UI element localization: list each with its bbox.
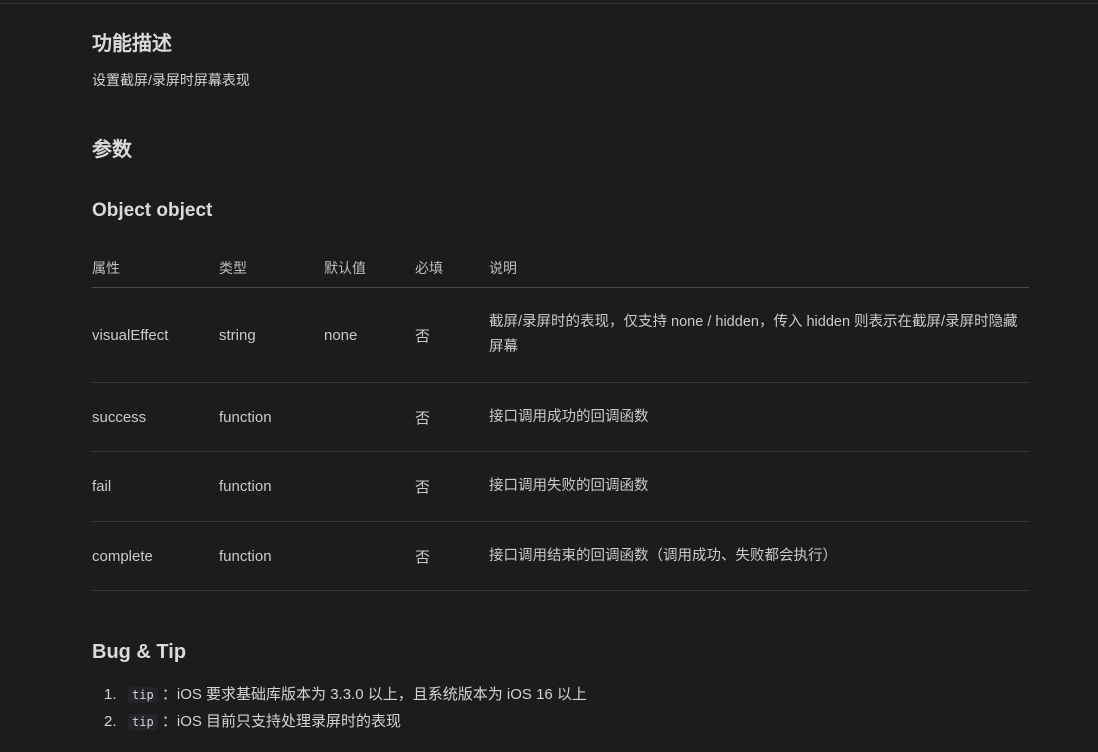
cell-required: 否 — [415, 382, 489, 452]
table-row: visualEffect string none 否 截屏/录屏时的表现，仅支持… — [92, 287, 1029, 383]
cell-note: 截屏/录屏时的表现，仅支持 none / hidden，传入 hidden 则表… — [489, 287, 1029, 383]
table-row: fail function 否 接口调用失败的回调函数 — [92, 451, 1029, 522]
header-required: 必填 — [415, 248, 489, 288]
cell-default — [324, 451, 415, 522]
list-number: 2. — [104, 713, 117, 730]
tip-text: ：iOS 目前只支持处理录屏时的表现 — [161, 713, 402, 730]
bug-tip-heading: Bug & Tip — [92, 641, 187, 663]
table-row: complete function 否 接口调用结束的回调函数（调用成功、失败都… — [92, 521, 1029, 591]
params-table: 属性 类型 默认值 必填 说明 visualEffect string none… — [92, 248, 1029, 591]
table-header-row: 属性 类型 默认值 必填 说明 — [92, 248, 1029, 288]
tip-tag: tip — [128, 687, 158, 703]
cell-type: function — [219, 521, 324, 591]
tips-list: 1. tip ：iOS 要求基础库版本为 3.3.0 以上，且系统版本为 iOS… — [92, 684, 587, 738]
params-heading: 参数 — [92, 139, 132, 161]
list-item: 1. tip ：iOS 要求基础库版本为 3.3.0 以上，且系统版本为 iOS… — [92, 684, 587, 711]
list-item: 2. tip ：iOS 目前只支持处理录屏时的表现 — [92, 711, 587, 738]
cell-type: string — [219, 287, 324, 383]
cell-note: 接口调用结束的回调函数（调用成功、失败都会执行） — [489, 521, 1029, 591]
top-divider — [0, 3, 1098, 4]
feature-heading: 功能描述 — [92, 33, 172, 55]
cell-required: 否 — [415, 287, 489, 383]
cell-default — [324, 521, 415, 591]
feature-description: 设置截屏/录屏时屏幕表现 — [92, 72, 250, 88]
header-default: 默认值 — [324, 248, 415, 288]
list-number: 1. — [104, 686, 117, 703]
cell-default — [324, 382, 415, 452]
cell-note: 接口调用失败的回调函数 — [489, 451, 1029, 522]
cell-required: 否 — [415, 451, 489, 522]
cell-default: none — [324, 287, 415, 383]
cell-name: success — [92, 382, 219, 452]
tip-tag: tip — [128, 714, 158, 730]
header-description: 说明 — [489, 248, 1029, 288]
tip-text: ：iOS 要求基础库版本为 3.3.0 以上，且系统版本为 iOS 16 以上 — [161, 686, 587, 703]
cell-type: function — [219, 451, 324, 522]
cell-type: function — [219, 382, 324, 452]
cell-name: visualEffect — [92, 287, 219, 383]
object-heading: Object object — [92, 200, 213, 221]
cell-required: 否 — [415, 521, 489, 591]
cell-name: fail — [92, 451, 219, 522]
cell-note: 接口调用成功的回调函数 — [489, 382, 1029, 452]
table-row: success function 否 接口调用成功的回调函数 — [92, 382, 1029, 452]
header-property: 属性 — [92, 248, 219, 288]
header-type: 类型 — [219, 248, 324, 288]
cell-name: complete — [92, 521, 219, 591]
